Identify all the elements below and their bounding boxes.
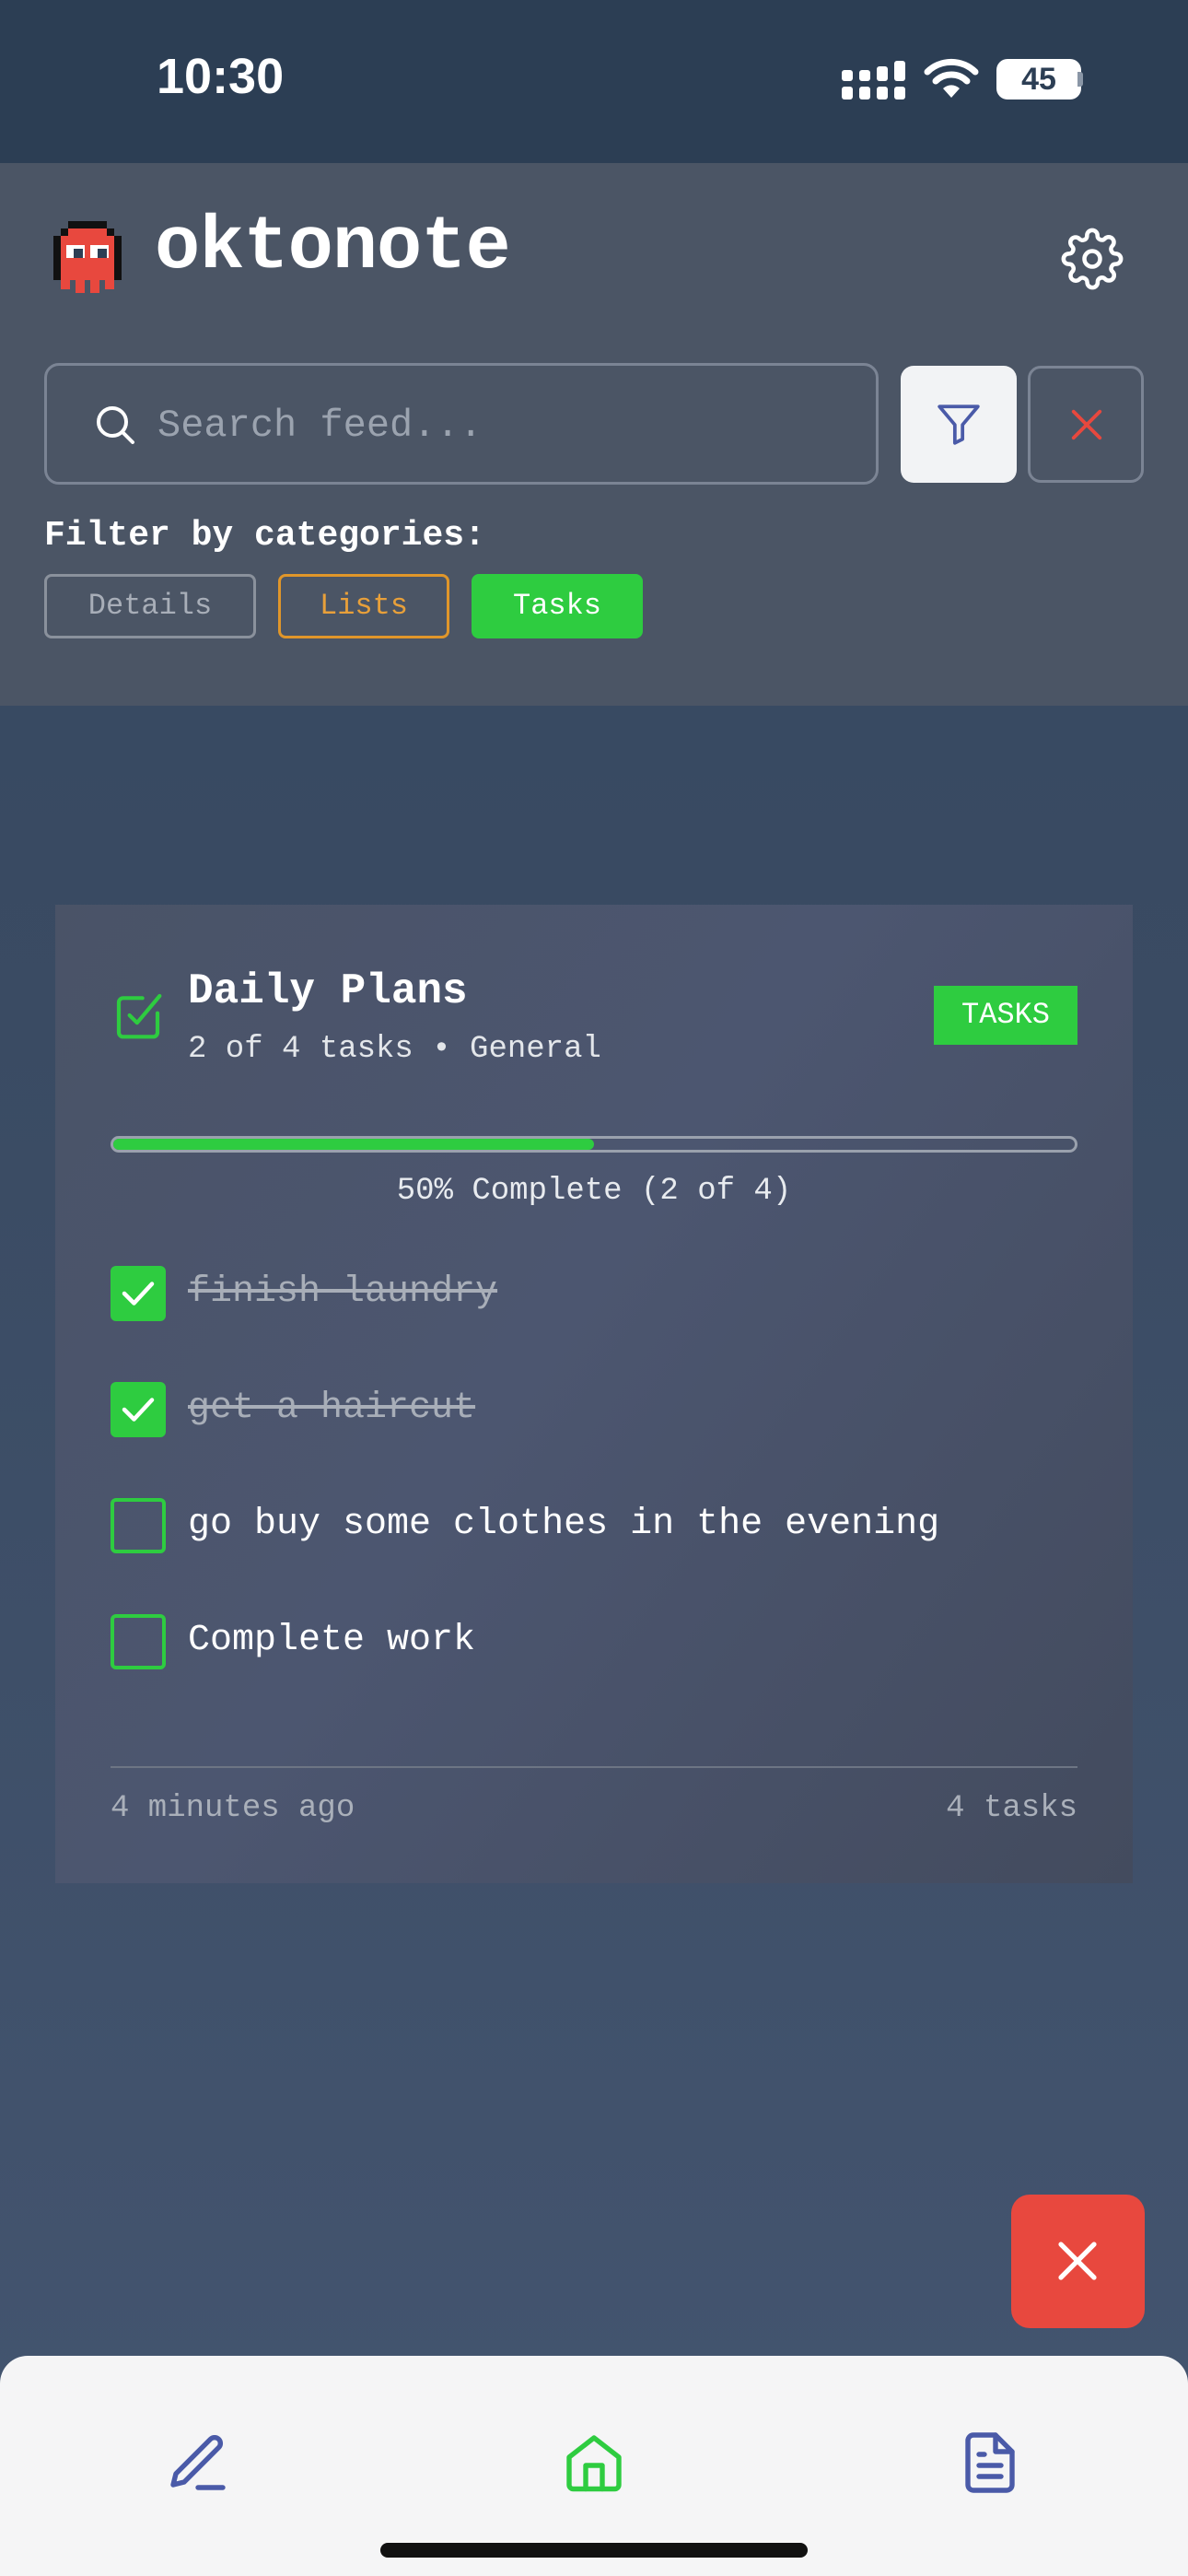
card-divider [111, 1766, 1077, 1768]
checkmark-icon [122, 1398, 155, 1422]
nav-home-button[interactable] [539, 2411, 649, 2522]
task-label: go buy some clothes in the evening [188, 1504, 940, 1545]
filter-label: Filter by categories: [44, 516, 485, 556]
task-checkbox[interactable] [111, 1614, 166, 1669]
app-title: oktonote [155, 205, 511, 290]
nav-write-button[interactable] [143, 2411, 253, 2522]
task-card[interactable]: Daily Plans 2 of 4 tasks • General TASKS… [55, 905, 1133, 1883]
task-checkbox[interactable] [111, 1382, 166, 1437]
settings-button[interactable] [1061, 228, 1124, 290]
task-label: finish laundry [188, 1271, 498, 1313]
pencil-icon [170, 2435, 226, 2490]
task-label: get a haircut [188, 1388, 476, 1429]
search-icon [97, 406, 134, 444]
close-icon [1058, 2242, 1097, 2280]
task-label: Complete work [188, 1620, 476, 1661]
home-icon [566, 2435, 622, 2492]
task-item[interactable]: finish laundry [111, 1266, 1087, 1321]
close-icon [1071, 409, 1102, 440]
signal-icon [842, 61, 905, 100]
battery-cap [1077, 72, 1083, 87]
clear-search-button[interactable] [1028, 366, 1144, 483]
document-icon [965, 2432, 1015, 2493]
task-item[interactable]: Complete work [111, 1614, 1087, 1669]
progress-fill [113, 1139, 594, 1150]
task-item[interactable]: get a haircut [111, 1382, 1087, 1437]
search-input[interactable] [157, 393, 839, 458]
search-box [44, 363, 879, 485]
filter-button[interactable] [901, 366, 1017, 483]
status-bar: 10:30 45 [0, 0, 1188, 163]
checkmark-icon [122, 1282, 155, 1306]
status-time: 10:30 [157, 49, 285, 104]
nav-documents-button[interactable] [935, 2411, 1045, 2522]
task-item[interactable]: go buy some clothes in the evening [111, 1498, 1087, 1553]
card-timestamp: 4 minutes ago [111, 1791, 355, 1826]
battery-icon: 45 [996, 59, 1081, 100]
card-subtitle: 2 of 4 tasks • General [188, 1032, 601, 1067]
card-task-count: 4 tasks [946, 1791, 1077, 1826]
home-indicator [380, 2543, 808, 2558]
close-fab-button[interactable] [1011, 2195, 1145, 2328]
wifi-icon [924, 58, 979, 98]
red-ghost-octopus-icon [53, 221, 122, 293]
gear-icon [1061, 228, 1124, 290]
task-checkbox[interactable] [111, 1266, 166, 1321]
task-checkbox[interactable] [111, 1498, 166, 1553]
card-title: Daily Plans [188, 967, 468, 1015]
funnel-icon [938, 404, 980, 445]
progress-bar [111, 1136, 1077, 1153]
filter-chip-lists[interactable]: Lists [278, 574, 449, 638]
filter-chip-details[interactable]: Details [44, 574, 256, 638]
progress-text: 50% Complete (2 of 4) [396, 1174, 792, 1209]
checkbox-check-icon [116, 993, 162, 1039]
category-badge: TASKS [934, 986, 1077, 1045]
filter-chip-tasks[interactable]: Tasks [472, 574, 643, 638]
